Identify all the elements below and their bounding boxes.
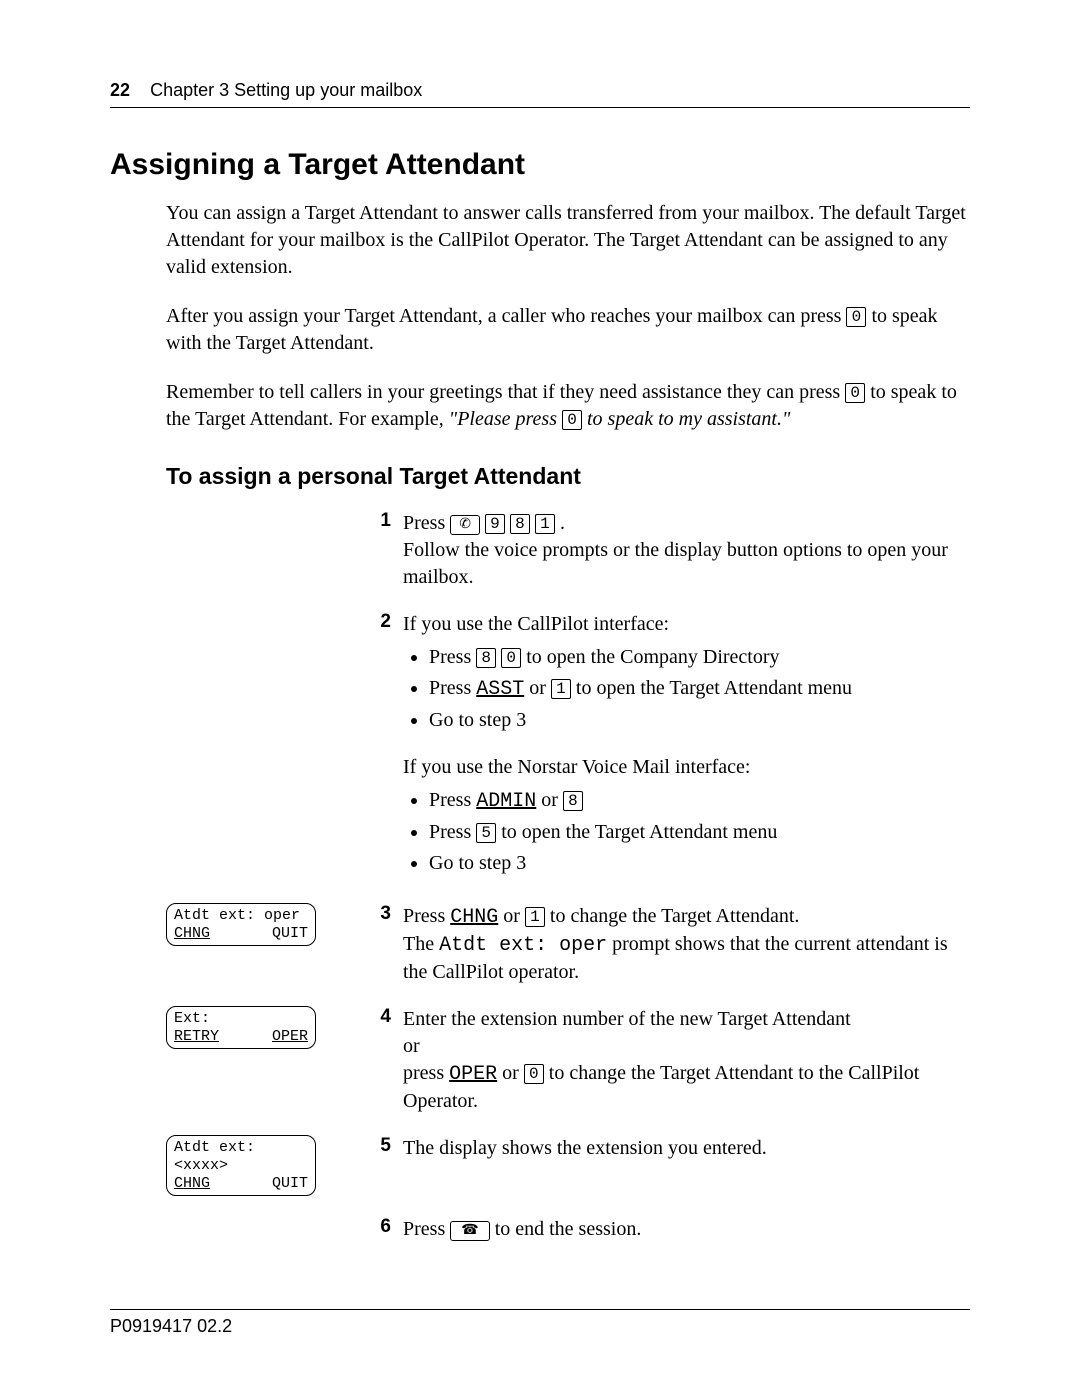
step-body: Press ✆ 9 8 1 . Follow the voice prompts… [403,510,970,591]
lcd-softkey-left: CHNG [174,1175,210,1193]
lcd-softkey-right: QUIT [272,1175,308,1193]
key-0: 0 [846,307,866,327]
step-number: 2 [361,611,403,633]
list-item: Press ADMIN or 8 [429,787,970,815]
list-item: Press ASST or 1 to open the Target Atten… [429,675,970,703]
lcd-softkey-right: QUIT [272,925,308,943]
key-0: 0 [845,383,865,403]
subsection-heading: To assign a personal Target Attendant [166,463,970,490]
release-key-icon: ☎ [450,1221,489,1241]
example-quote: "Please press 0 to speak to my assistant… [449,408,791,430]
key-1: 1 [551,679,571,699]
key-0: 0 [524,1064,544,1084]
intro-paragraph-1: You can assign a Target Attendant to ans… [166,200,970,281]
step-body: Press ☎ to end the session. [403,1216,970,1243]
step-number: 4 [361,1006,403,1028]
step-5: Atdt ext:<xxxx> CHNG QUIT 5 The display … [166,1135,970,1196]
key-1: 1 [535,514,555,534]
list-item: Press 8 0 to open the Company Directory [429,644,970,671]
step-number: 5 [361,1135,403,1157]
step-body: Enter the extension number of the new Ta… [403,1006,970,1115]
lcd-softkey-left: CHNG [174,925,210,943]
list-item: Press 5 to open the Target Attendant men… [429,819,970,846]
lcd-display: Ext: RETRY OPER [166,1006,316,1049]
lcd-line1: Atdt ext:<xxxx> [174,1139,308,1175]
section-heading: Assigning a Target Attendant [110,148,970,182]
list-item: Go to step 3 [429,707,970,734]
key-8: 8 [510,514,530,534]
key-9: 9 [485,514,505,534]
key-0: 0 [562,410,582,430]
step-body: If you use the CallPilot interface: Pres… [403,611,970,883]
lcd-softkey-right: OPER [272,1028,308,1046]
step-1: 1 Press ✆ 9 8 1 . Follow the voice promp… [166,510,970,591]
softkey-admin: ADMIN [476,790,536,813]
softkey-asst: ASST [476,678,524,701]
step-4: Ext: RETRY OPER 4 Enter the extension nu… [166,1006,970,1115]
step-2: 2 If you use the CallPilot interface: Pr… [166,611,970,883]
page: 22 Chapter 3 Setting up your mailbox Ass… [0,0,1080,1397]
step-number: 1 [361,510,403,532]
steps-list: 1 Press ✆ 9 8 1 . Follow the voice promp… [166,510,970,1243]
list-item: Go to step 3 [429,850,970,877]
key-5: 5 [476,823,496,843]
intro-paragraph-2: After you assign your Target Attendant, … [166,303,970,357]
chapter-title: Chapter 3 Setting up your mailbox [150,80,422,100]
step-3: Atdt ext: oper CHNG QUIT 3 Press CHNG or… [166,903,970,986]
document-id: P0919417 02.2 [110,1316,232,1336]
page-number: 22 [110,80,130,100]
lcd-softkey-left: RETRY [174,1028,219,1046]
softkey-chng: CHNG [450,906,498,929]
page-header: 22 Chapter 3 Setting up your mailbox [110,80,970,108]
key-0: 0 [501,648,521,668]
step-6: 6 Press ☎ to end the session. [166,1216,970,1243]
step-number: 6 [361,1216,403,1238]
lcd-display: Atdt ext: oper CHNG QUIT [166,903,316,946]
key-1: 1 [525,907,545,927]
step-body: The display shows the extension you ente… [403,1135,970,1162]
lcd-display: Atdt ext:<xxxx> CHNG QUIT [166,1135,316,1196]
step-body: Press CHNG or 1 to change the Target Att… [403,903,970,986]
key-8: 8 [563,791,583,811]
softkey-oper: OPER [449,1063,497,1086]
lcd-line1: Ext: [174,1010,308,1028]
step-number: 3 [361,903,403,925]
lcd-line1: Atdt ext: oper [174,907,308,925]
page-footer: P0919417 02.2 [110,1309,970,1337]
feature-key-icon: ✆ [450,515,480,535]
intro-paragraph-3: Remember to tell callers in your greetin… [166,379,970,433]
lcd-prompt-text: Atdt ext: oper [439,934,607,957]
intro-block: You can assign a Target Attendant to ans… [166,200,970,433]
key-8: 8 [476,648,496,668]
